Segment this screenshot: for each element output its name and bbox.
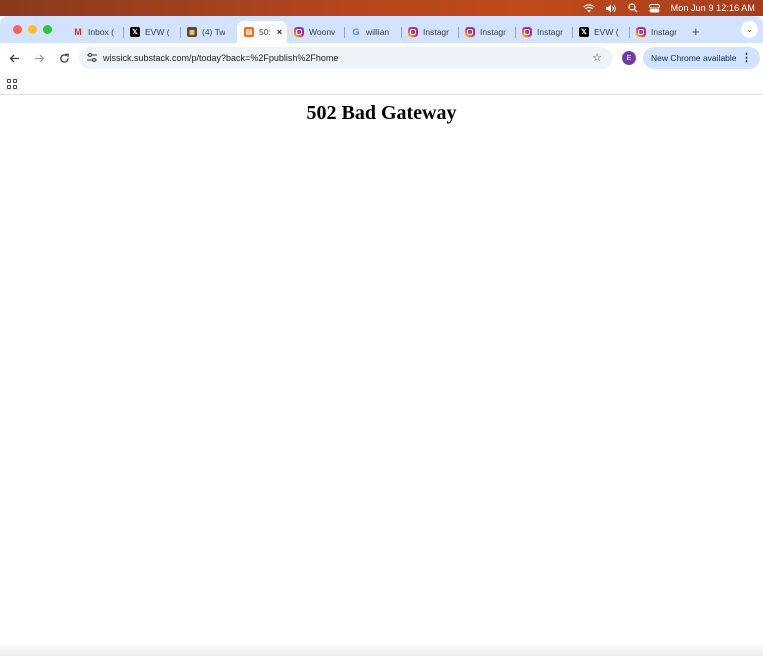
volume-icon[interactable]: [605, 3, 617, 13]
tab-instagram-1[interactable]: Instagr: [401, 21, 458, 43]
instagram-icon: [522, 27, 532, 37]
browser-toolbar: wissick.substack.com/p/today?back=%2Fpub…: [0, 43, 763, 73]
wifi-icon[interactable]: [583, 3, 595, 13]
close-window-button[interactable]: [13, 25, 22, 34]
forward-button[interactable]: [28, 47, 50, 69]
tab-instagram-woonv[interactable]: Woonv: [287, 21, 344, 43]
reload-icon: [59, 53, 69, 63]
tab-title: EVW (: [145, 27, 170, 37]
minimize-window-button[interactable]: [28, 25, 37, 34]
tab-title: Instagr: [537, 27, 563, 37]
substack-icon: ▤: [244, 27, 254, 37]
tab-title: Instagr: [480, 27, 506, 37]
tab-gmail-inbox[interactable]: M Inbox (: [66, 21, 123, 43]
tab-title: (4) Tw: [202, 27, 226, 37]
tab-title: 50:: [259, 27, 271, 37]
tab-close-icon[interactable]: ×: [277, 27, 282, 37]
menu-bar-clock[interactable]: Mon Jun 9 12:16 AM: [671, 3, 755, 13]
tab-google-search[interactable]: G willian: [344, 21, 401, 43]
bookmarks-bar: [0, 73, 763, 95]
window-controls: [0, 16, 66, 43]
chrome-update-button[interactable]: New Chrome available ⋮: [643, 47, 760, 69]
tab-instagram-3[interactable]: Instagr: [515, 21, 572, 43]
macos-menu-bar: Mon Jun 9 12:16 AM: [0, 0, 763, 16]
reload-button[interactable]: [53, 47, 75, 69]
tab-title: willian: [366, 27, 390, 37]
tab-title: Instagr: [651, 27, 677, 37]
tab-instagram-2[interactable]: Instagr: [458, 21, 515, 43]
address-bar[interactable]: wissick.substack.com/p/today?back=%2Fpub…: [79, 47, 612, 69]
tab-list: M Inbox ( 𝕏 EVW ( ▦ (4) Tw ▤ 50: × Woonv: [66, 16, 700, 43]
tab-title: EVW (: [594, 27, 619, 37]
bookmark-star-icon[interactable]: ☆: [592, 51, 602, 64]
instagram-icon: [294, 27, 304, 37]
chrome-window: M Inbox ( 𝕏 EVW ( ▦ (4) Tw ▤ 50: × Woonv: [0, 16, 763, 656]
apps-grid-icon[interactable]: [7, 78, 17, 89]
update-label: New Chrome available: [651, 53, 737, 63]
tab-strip: M Inbox ( 𝕏 EVW ( ▦ (4) Tw ▤ 50: × Woonv: [0, 16, 763, 43]
twitter-avatar-icon: ▦: [187, 27, 197, 37]
zoom-window-button[interactable]: [43, 25, 52, 34]
tab-title: Woonv: [309, 27, 335, 37]
page-content: 502 Bad Gateway: [0, 96, 763, 656]
arrow-right-icon: [34, 54, 44, 62]
gmail-icon: M: [74, 27, 82, 37]
instagram-icon: [408, 27, 418, 37]
url-text[interactable]: wissick.substack.com/p/today?back=%2Fpub…: [103, 53, 338, 63]
tab-instagram-4[interactable]: Instagr: [629, 21, 686, 43]
instagram-icon: [465, 27, 475, 37]
search-icon[interactable]: [627, 3, 639, 13]
arrow-left-icon: [9, 54, 19, 62]
tab-x-evw[interactable]: 𝕏 EVW (: [123, 21, 180, 43]
tab-x-evw-2[interactable]: 𝕏 EVW (: [572, 21, 629, 43]
x-icon: 𝕏: [130, 27, 140, 37]
tab-title: Instagr: [423, 27, 449, 37]
tab-twitter[interactable]: ▦ (4) Tw: [180, 21, 237, 43]
chevron-down-icon: ⌄: [746, 25, 753, 34]
instagram-icon: [636, 27, 646, 37]
x-icon: 𝕏: [579, 27, 589, 37]
profile-avatar[interactable]: E: [622, 51, 636, 65]
site-settings-icon[interactable]: [87, 52, 99, 64]
tab-search-button[interactable]: ⌄: [741, 21, 758, 38]
control-center-icon[interactable]: [649, 3, 661, 13]
more-options-icon[interactable]: ⋮: [741, 51, 752, 64]
back-button[interactable]: [3, 47, 25, 69]
tab-substack-active[interactable]: ▤ 50: ×: [237, 21, 287, 43]
new-tab-button[interactable]: +: [692, 20, 700, 42]
error-heading: 502 Bad Gateway: [306, 102, 457, 124]
tab-title: Inbox (: [88, 27, 114, 37]
bottom-shadow: [0, 642, 763, 656]
google-icon: G: [352, 27, 360, 37]
